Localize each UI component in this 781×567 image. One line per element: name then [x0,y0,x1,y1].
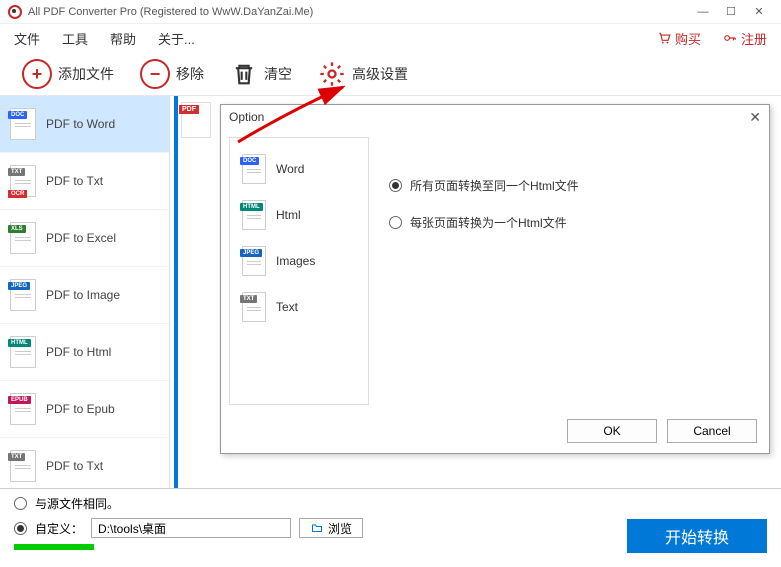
remove-button[interactable]: − 移除 [132,55,212,93]
window-title: All PDF Converter Pro (Registered to WwW… [28,6,689,18]
register-link[interactable]: 注册 [723,29,767,48]
sidebar-item-label: PDF to Word [46,117,115,131]
file-icon: JPEG [242,246,266,276]
file-list-pane: PDF [178,96,214,488]
add-file-button[interactable]: + 添加文件 [14,55,122,93]
pdf-file-item[interactable]: PDF [181,102,211,138]
dialog-title: Option [229,110,264,124]
trash-icon [230,60,258,88]
menu-file[interactable]: 文件 [14,29,40,48]
dialog-format-list: DOC Word HTML Html JPEG Images TXT Text [229,137,369,405]
cart-icon [657,31,671,45]
option-label: Images [276,254,315,268]
output-path-input[interactable] [91,518,291,538]
maximize-button[interactable]: ☐ [717,2,745,22]
menu-about[interactable]: 关于... [158,29,195,48]
minus-icon: − [140,59,170,89]
dialog-options-pane: 所有页面转换至同一个Html文件 每张页面转换为一个Html文件 [369,137,761,405]
minimize-button[interactable]: — [689,2,717,22]
file-icon: TXT [242,292,266,322]
menubar: 文件 工具 帮助 关于... 购买 注册 [0,24,781,52]
plus-icon: + [22,59,52,89]
key-icon [723,31,737,45]
custom-label: 自定义： [35,520,83,537]
close-button[interactable]: ✕ [745,2,773,22]
file-icon: XLS [10,222,36,254]
settings-button[interactable]: 高级设置 [310,56,416,92]
file-icon: TXTOCR [10,165,36,197]
titlebar: All PDF Converter Pro (Registered to WwW… [0,0,781,24]
sidebar-item-label: PDF to Excel [46,231,116,245]
same-as-source-radio[interactable] [14,497,27,510]
sidebar-item-label: PDF to Txt [46,174,103,188]
menu-help[interactable]: 帮助 [110,29,136,48]
dialog-titlebar: Option ✕ [221,105,769,129]
progress-bar [14,544,94,550]
dialog-close-button[interactable]: ✕ [749,109,761,126]
pdf-tag: PDF [179,105,199,114]
file-icon: TXT [10,450,36,482]
sidebar-item-pdf-to-excel[interactable]: XLS PDF to Excel [0,210,169,267]
file-icon: HTML [10,336,36,368]
radio-label-2: 每张页面转换为一个Html文件 [410,214,567,231]
menu-tools[interactable]: 工具 [62,29,88,48]
option-dialog: Option ✕ DOC Word HTML Html JPEG Images TXT Tex… [220,104,770,454]
sidebar-item-pdf-to-html[interactable]: HTML PDF to Html [0,324,169,381]
folder-icon [310,522,324,534]
file-icon: DOC [10,108,36,140]
option-label: Text [276,300,298,314]
radio-all-pages-one-file[interactable] [389,179,402,192]
sidebar-item-pdf-to-epub[interactable]: EPUB PDF to Epub [0,381,169,438]
sidebar-item-label: PDF to Image [46,288,120,302]
option-item-word[interactable]: DOC Word [238,146,360,192]
same-as-source-label: 与源文件相同。 [35,495,119,512]
start-convert-button[interactable]: 开始转换 [627,519,767,553]
sidebar-item-pdf-to-txt[interactable]: TXTOCR PDF to Txt [0,153,169,210]
gear-icon [318,60,346,88]
file-icon: HTML [242,200,266,230]
option-label: Html [276,208,301,222]
sidebar-item-label: PDF to Txt [46,459,103,473]
buy-link[interactable]: 购买 [657,29,701,48]
file-icon: DOC [242,154,266,184]
clear-button[interactable]: 清空 [222,56,300,92]
cancel-button[interactable]: Cancel [667,419,757,443]
option-label: Word [276,162,304,176]
ok-button[interactable]: OK [567,419,657,443]
radio-each-page-file[interactable] [389,216,402,229]
sidebar-item-pdf-to-image[interactable]: JPEG PDF to Image [0,267,169,324]
sidebar-item-pdf-to-txt[interactable]: TXT PDF to Txt [0,438,169,488]
sidebar-item-label: PDF to Html [46,345,111,359]
custom-path-radio[interactable] [14,522,27,535]
sidebar-item-label: PDF to Epub [46,402,115,416]
sidebar-item-pdf-to-word[interactable]: DOC PDF to Word [0,96,169,153]
app-icon [8,5,22,19]
option-item-text[interactable]: TXT Text [238,284,360,330]
toolbar: + 添加文件 − 移除 清空 高级设置 [0,52,781,96]
option-item-html[interactable]: HTML Html [238,192,360,238]
option-item-images[interactable]: JPEG Images [238,238,360,284]
sidebar[interactable]: DOC PDF to Word TXTOCR PDF to Txt XLS PDF to … [0,96,170,488]
browse-button[interactable]: 浏览 [299,518,363,538]
radio-label-1: 所有页面转换至同一个Html文件 [410,177,579,194]
file-icon: EPUB [10,393,36,425]
file-icon: JPEG [10,279,36,311]
